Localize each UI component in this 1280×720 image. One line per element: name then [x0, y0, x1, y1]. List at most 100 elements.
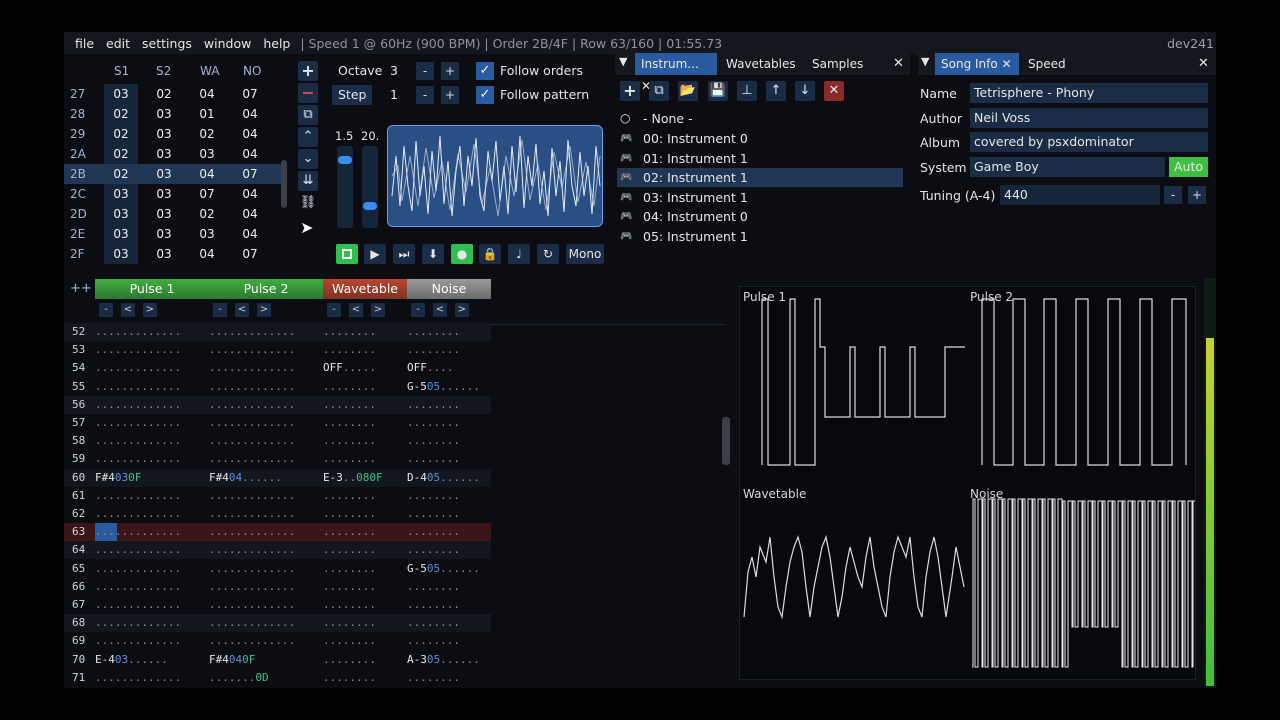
- pattern-cell[interactable]: .............: [209, 541, 295, 559]
- pattern-cell[interactable]: ........: [407, 596, 460, 614]
- pattern-row[interactable]: 69......................................…: [64, 632, 491, 650]
- order-cell[interactable]: 04: [233, 204, 267, 224]
- pattern-row[interactable]: 63......................................…: [64, 523, 491, 542]
- step-minus-button[interactable]: -: [416, 86, 434, 104]
- tree-view-icon[interactable]: ⊥: [737, 81, 757, 101]
- channel-collapse-button[interactable]: -: [411, 303, 425, 317]
- pattern-row[interactable]: 57......................................…: [64, 414, 491, 432]
- instrument-none[interactable]: ○ - None -: [617, 109, 903, 128]
- pattern-cell[interactable]: .............: [95, 669, 181, 687]
- order-row[interactable]: 2B 02 03 04 07: [64, 164, 286, 184]
- add-order-icon[interactable]: +: [298, 61, 318, 81]
- instrument-item[interactable]: 🎮 00: Instrument 0: [617, 129, 903, 148]
- pattern-cell[interactable]: .............: [95, 632, 181, 650]
- order-cell[interactable]: 03: [104, 184, 138, 204]
- pattern-options-icon[interactable]: ++: [70, 281, 92, 296]
- delete-instrument-icon[interactable]: ✕: [824, 81, 844, 101]
- close-panel-icon[interactable]: ✕: [893, 56, 904, 71]
- repeat-icon[interactable]: ↻: [537, 244, 559, 264]
- lock-icon[interactable]: 🔒: [479, 244, 501, 264]
- pattern-cell[interactable]: OFF....: [407, 359, 453, 377]
- step-plus-button[interactable]: +: [441, 86, 459, 104]
- order-cell[interactable]: 01: [190, 104, 224, 124]
- order-cell[interactable]: 02: [190, 204, 224, 224]
- song-name-field[interactable]: Tetrisphere - Phony: [970, 83, 1208, 103]
- pattern-cell[interactable]: ........: [323, 432, 376, 450]
- pattern-cell[interactable]: .............: [209, 505, 295, 523]
- pattern-cell[interactable]: .............: [95, 396, 181, 414]
- pattern-cell[interactable]: .............: [95, 578, 181, 596]
- pattern-cell[interactable]: ........: [323, 323, 376, 341]
- order-cell[interactable]: 03: [190, 144, 224, 164]
- move-order-up-icon[interactable]: ⌃: [298, 127, 318, 147]
- pattern-cell[interactable]: .............: [209, 359, 295, 377]
- follow-orders-checkbox[interactable]: ✓: [476, 62, 494, 80]
- pattern-cell[interactable]: ........: [323, 396, 376, 414]
- pattern-cell[interactable]: ........: [323, 523, 376, 541]
- channel-expand-button[interactable]: >: [371, 303, 385, 317]
- pattern-cell[interactable]: .............: [209, 378, 295, 396]
- pattern-cell[interactable]: .............: [209, 632, 295, 650]
- order-cell[interactable]: 04: [190, 244, 224, 264]
- order-cell[interactable]: 04: [233, 144, 267, 164]
- pattern-cell[interactable]: G-505......: [407, 378, 480, 396]
- octave-plus-button[interactable]: +: [441, 62, 459, 80]
- pattern-cell[interactable]: F#404......: [209, 469, 282, 487]
- record-button[interactable]: ●: [451, 244, 473, 264]
- pattern-cell[interactable]: ........: [407, 669, 460, 687]
- order-cell[interactable]: 04: [233, 184, 267, 204]
- order-cell[interactable]: 02: [104, 144, 138, 164]
- channel-shrink-button[interactable]: <: [121, 303, 135, 317]
- pattern-cell[interactable]: .............: [95, 378, 181, 396]
- order-cell[interactable]: 04: [233, 104, 267, 124]
- order-cell[interactable]: 07: [190, 184, 224, 204]
- instrument-item[interactable]: 🎮 02: Instrument 1: [617, 168, 903, 188]
- pattern-cell[interactable]: .............: [95, 487, 181, 505]
- volume-a-handle[interactable]: [338, 156, 352, 164]
- tab-wavetables[interactable]: Wavetables: [720, 53, 802, 75]
- channel-shrink-button[interactable]: <: [433, 303, 447, 317]
- order-row[interactable]: 2A 02 03 03 04: [64, 144, 286, 164]
- pattern-row[interactable]: 60 F#4030F F#404...... E-3..080F D-405......: [64, 468, 491, 487]
- pattern-cell[interactable]: ........: [323, 487, 376, 505]
- order-cell[interactable]: 07: [233, 244, 267, 264]
- order-cell[interactable]: 02: [190, 124, 224, 144]
- pattern-cell[interactable]: .............: [209, 614, 295, 632]
- panel-collapse-icon[interactable]: ▼: [619, 55, 627, 68]
- channel-expand-button[interactable]: >: [143, 303, 157, 317]
- pattern-cell[interactable]: ........: [407, 450, 460, 468]
- order-cell[interactable]: 03: [104, 204, 138, 224]
- pattern-cell[interactable]: ........: [407, 614, 460, 632]
- pattern-row[interactable]: 56......................................…: [64, 395, 491, 414]
- tab-song-info[interactable]: Song Info ✕: [935, 53, 1019, 75]
- pattern-row[interactable]: 62......................................…: [64, 505, 491, 523]
- order-cell[interactable]: 02: [104, 124, 138, 144]
- stop-button[interactable]: [336, 244, 358, 264]
- pattern-cell[interactable]: OFF.....: [323, 359, 376, 377]
- save-instrument-icon[interactable]: 💾: [708, 81, 728, 101]
- pattern-row[interactable]: 65.................................. G-50…: [64, 560, 491, 578]
- pattern-row[interactable]: 59......................................…: [64, 450, 491, 468]
- pattern-cell[interactable]: ........: [323, 414, 376, 432]
- pattern-cell[interactable]: ........: [407, 505, 460, 523]
- tab-speed[interactable]: Speed: [1022, 53, 1072, 75]
- pattern-row[interactable]: 71............. .......0D................: [64, 669, 491, 687]
- pattern-row[interactable]: 64......................................…: [64, 541, 491, 560]
- order-cell[interactable]: 04: [233, 224, 267, 244]
- pattern-cell[interactable]: .............: [209, 396, 295, 414]
- order-cell[interactable]: 03: [104, 84, 138, 104]
- move-order-down-icon[interactable]: ⌄: [298, 149, 318, 169]
- channel-header[interactable]: Pulse 2: [209, 279, 323, 299]
- menu-file[interactable]: file: [64, 36, 100, 51]
- order-row[interactable]: 28 02 03 01 04: [64, 104, 286, 124]
- channel-header[interactable]: Wavetable: [323, 279, 407, 299]
- order-cell[interactable]: 03: [147, 224, 181, 244]
- order-cell[interactable]: 02: [104, 164, 138, 184]
- pattern-cell[interactable]: ........: [323, 450, 376, 468]
- pattern-cell[interactable]: .............: [209, 578, 295, 596]
- order-cell[interactable]: 03: [147, 244, 181, 264]
- pattern-cell[interactable]: .............: [209, 450, 295, 468]
- pattern-cell[interactable]: .............: [209, 487, 295, 505]
- pattern-cell[interactable]: A-305......: [407, 651, 480, 669]
- tuning-minus-button[interactable]: -: [1164, 186, 1182, 204]
